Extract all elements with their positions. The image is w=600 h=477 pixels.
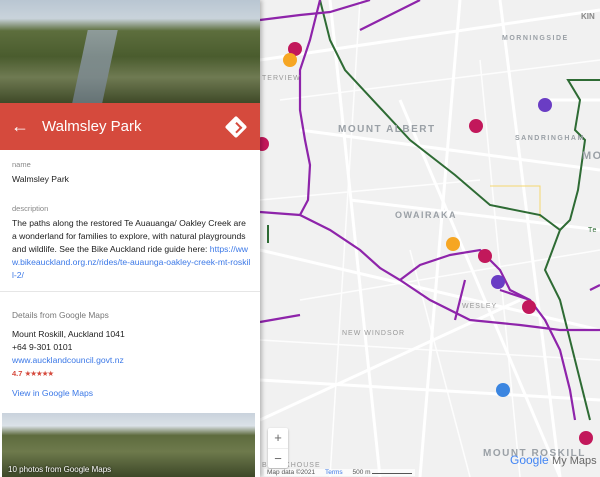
- map-label-mount-albert: MOUNT ALBERT: [338, 124, 436, 135]
- zoom-out-button[interactable]: −: [268, 448, 288, 468]
- description-label: description: [12, 204, 49, 213]
- address: Mount Roskill, Auckland 1041: [12, 329, 125, 339]
- rating-value: 4.7: [12, 369, 23, 378]
- map-label-kin: KIN: [581, 12, 595, 21]
- google-photos-thumbnail[interactable]: 10 photos from Google Maps: [2, 413, 255, 477]
- name-label: name: [12, 160, 31, 169]
- google-my-maps-logo: Google My Maps: [510, 453, 597, 467]
- details-heading: Details from Google Maps: [12, 310, 109, 320]
- panel-header: ← Walmsley Park: [0, 103, 260, 150]
- website-link[interactable]: www.aucklandcouncil.govt.nz: [12, 355, 124, 365]
- map-label-new-windsor: NEW WINDSOR: [342, 330, 406, 337]
- map-data-attribution: Map data ©2021: [267, 469, 316, 476]
- place-content: name Walmsley Park description The paths…: [12, 158, 252, 282]
- place-title: Walmsley Park: [42, 118, 142, 135]
- directions-icon[interactable]: [224, 115, 248, 138]
- place-description: The paths along the restored Te Auauanga…: [12, 217, 252, 282]
- place-photo[interactable]: [0, 0, 260, 103]
- google-maps-details: Details from Google Maps Mount Roskill, …: [12, 309, 252, 380]
- map-label-wesley: WESLEY: [462, 303, 498, 310]
- zoom-in-button[interactable]: +: [268, 428, 288, 448]
- scale-bar: 500 m: [352, 469, 371, 476]
- divider: [0, 291, 260, 292]
- place-details-panel: ← Walmsley Park name Walmsley Park descr…: [0, 0, 260, 477]
- map-label-te: Te: [588, 227, 598, 234]
- rating: 4.7 ★★★★★: [12, 367, 252, 380]
- place-name: Walmsley Park: [12, 174, 69, 184]
- map-footer: Map data ©2021 Terms 500 m: [264, 469, 416, 476]
- arrow-back-icon[interactable]: ←: [2, 116, 38, 137]
- map-label-mou: MOU: [582, 150, 600, 162]
- map-label-morningside: MORNINGSIDE: [502, 35, 569, 42]
- terms-link[interactable]: Terms: [325, 469, 343, 476]
- photos-caption: 10 photos from Google Maps: [8, 465, 112, 474]
- phone: +64 9-301 0101: [12, 342, 73, 352]
- view-in-google-maps-link[interactable]: View in Google Maps: [12, 388, 93, 398]
- star-rating-icon: ★★★★★: [24, 369, 55, 378]
- google-logo: Google: [510, 453, 549, 467]
- map-label-owairaka: OWAIRAKA: [395, 210, 457, 220]
- map-label-sandringham: SANDRINGHAM: [515, 135, 585, 142]
- my-maps-text: My Maps: [552, 455, 597, 467]
- zoom-control: + −: [268, 428, 288, 468]
- map-label-terview: TERVIEW: [262, 75, 301, 82]
